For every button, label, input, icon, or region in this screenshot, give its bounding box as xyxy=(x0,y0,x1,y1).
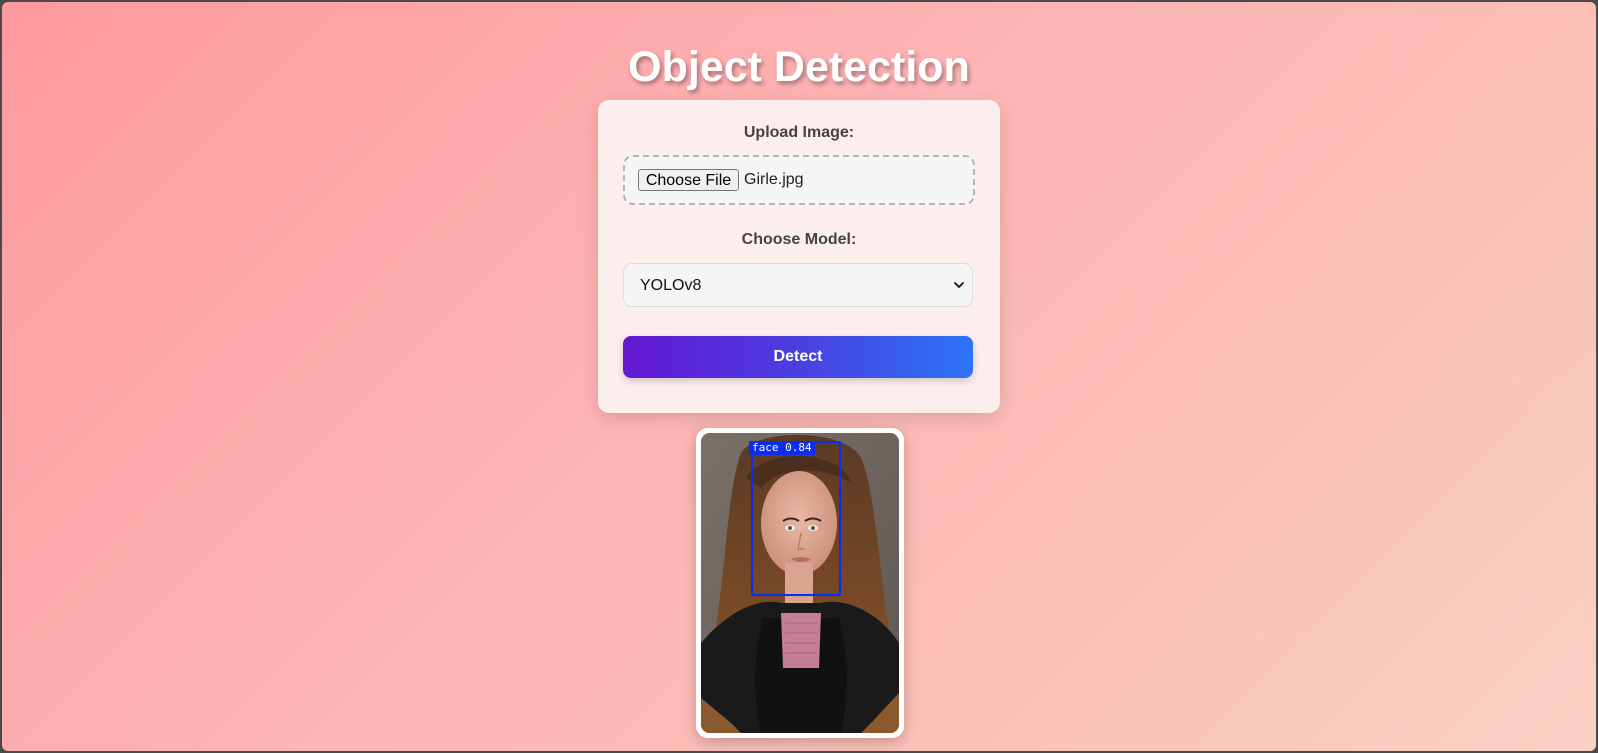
detection-form-card: Upload Image: Choose File Girle.jpg Choo… xyxy=(598,100,1000,413)
result-image-frame: face 0.84 xyxy=(696,428,904,738)
choose-file-button[interactable]: Choose File xyxy=(638,169,739,191)
page-title: Object Detection xyxy=(628,43,970,91)
detection-result-image: face 0.84 xyxy=(701,433,899,733)
detection-bounding-box xyxy=(751,441,841,596)
file-upload-field[interactable]: Choose File Girle.jpg xyxy=(623,155,975,205)
model-select-value: YOLOv8 xyxy=(640,277,702,294)
chevron-down-icon xyxy=(954,282,964,288)
detection-label: face 0.84 xyxy=(749,441,815,455)
model-select[interactable]: YOLOv8 xyxy=(623,263,973,307)
upload-image-label: Upload Image: xyxy=(743,124,855,141)
selected-file-name: Girle.jpg xyxy=(744,171,804,188)
app-window: Object Detection Upload Image: Choose Fi… xyxy=(2,2,1596,751)
choose-model-label: Choose Model: xyxy=(741,231,857,248)
detect-button[interactable]: Detect xyxy=(623,336,973,378)
